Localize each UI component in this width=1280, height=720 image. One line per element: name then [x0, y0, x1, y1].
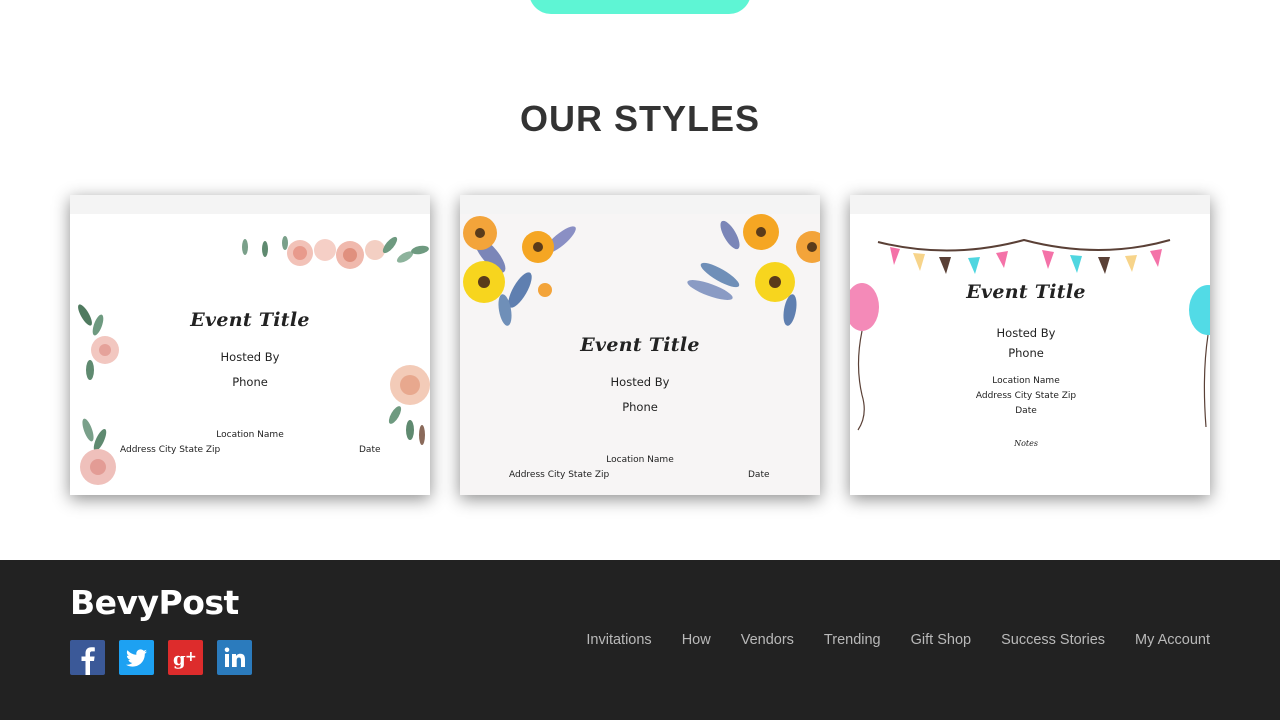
location-name: Location Name [216, 430, 284, 440]
linkedin-icon[interactable] [217, 640, 252, 675]
cta-button-partial[interactable] [529, 0, 751, 14]
date: Date [748, 470, 770, 480]
style-card-floral-pink[interactable]: Event Title Hosted By Phone Location Nam… [70, 195, 430, 495]
date: Date [359, 445, 381, 455]
phone: Phone [232, 375, 268, 389]
footer-link-my-account[interactable]: My Account [1135, 632, 1210, 648]
phone: Phone [1008, 346, 1044, 360]
svg-text:+: + [185, 649, 197, 665]
footer-link-how[interactable]: How [682, 632, 711, 648]
footer-logo[interactable]: BevyPost [70, 583, 239, 622]
style-card-party-bunting[interactable]: Event Title Hosted By Phone Location Nam… [850, 195, 1210, 495]
hosted-by: Hosted By [220, 350, 280, 364]
hosted-by: Hosted By [610, 375, 670, 389]
footer-link-vendors[interactable]: Vendors [741, 632, 794, 648]
address-line: Address City State Zip [975, 391, 1077, 401]
location-name: Location Name [992, 376, 1060, 386]
notes: Notes [1014, 439, 1038, 448]
location-name: Location Name [606, 455, 674, 465]
date: Date [1015, 406, 1037, 416]
event-title: Event Title [190, 309, 310, 331]
style-card-floral-yellow[interactable]: Event Title Hosted By Phone Location Nam… [460, 195, 820, 495]
section-title: OUR STYLES [519, 98, 761, 139]
footer-nav: Invitations How Vendors Trending Gift Sh… [586, 632, 1210, 648]
footer-link-trending[interactable]: Trending [824, 632, 881, 648]
event-title: Event Title [966, 281, 1086, 303]
phone: Phone [622, 400, 658, 414]
footer-link-success-stories[interactable]: Success Stories [1001, 632, 1105, 648]
address-line: Address City State Zip [120, 445, 221, 455]
address-line: Address City State Zip [509, 470, 610, 480]
hosted-by: Hosted By [996, 326, 1056, 340]
footer-link-invitations[interactable]: Invitations [586, 632, 651, 648]
twitter-icon[interactable] [119, 640, 154, 675]
facebook-icon[interactable] [70, 640, 105, 675]
google-plus-icon[interactable]: g + [168, 640, 203, 675]
event-title: Event Title [580, 334, 700, 356]
footer-link-gift-shop[interactable]: Gift Shop [911, 632, 971, 648]
bunting-balloons-artwork [850, 238, 1210, 431]
